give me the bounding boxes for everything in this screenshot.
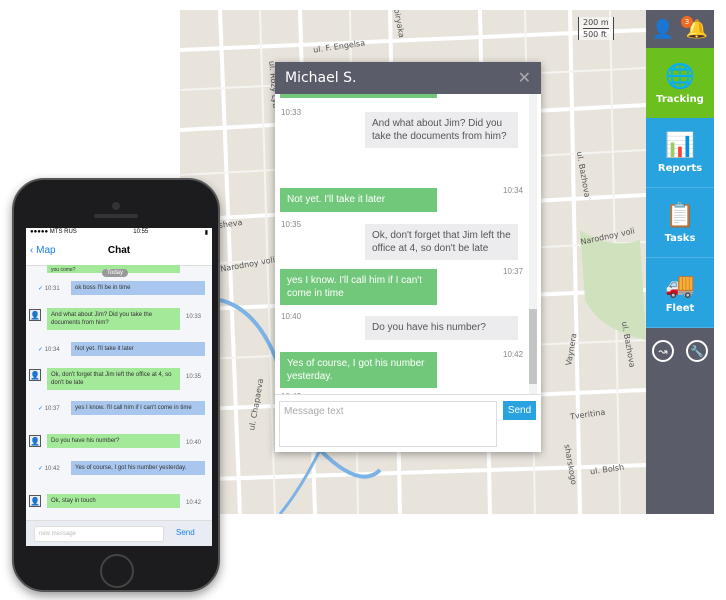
message-time: ✓ 10:34: [38, 347, 60, 353]
chat-contact-name: Michael S.: [285, 70, 357, 86]
message-bubble: yes I know. I'll call him if I can't com…: [71, 401, 205, 415]
message-time: ✓ 10:37: [38, 406, 60, 412]
presentation-chart-icon: 📊: [665, 131, 695, 159]
phone-screen: ●●●●● MTS RUS 10:55 ▮ ‹ Map Chat you come? …: [26, 228, 212, 546]
sidebar-item-reports[interactable]: 📊 Reports: [646, 118, 714, 188]
message-time: ✓ 10:31: [38, 286, 60, 292]
message-bubble: Yes of course, I got his number yesterda…: [71, 461, 205, 475]
sidebar-item-tasks[interactable]: 📋 Tasks: [646, 188, 714, 258]
sidebar-item-fleet[interactable]: 🚚 Fleet: [646, 258, 714, 328]
notification-badge: 3: [681, 16, 693, 28]
home-button[interactable]: [100, 554, 134, 588]
clipboard-checklist-icon: 📋: [665, 201, 695, 229]
message-time: 10:40: [186, 440, 202, 446]
message-bubble: And what about Jim? Did you take the doc…: [47, 308, 180, 330]
scrollbar[interactable]: [529, 94, 537, 394]
message-bubble-partial: [280, 94, 437, 98]
sidebar: 👤 🔔 3 🌐 Tracking 📊 Reports 📋 Tasks 🚚 Fleet ↝…: [646, 10, 714, 514]
scrollbar-thumb[interactable]: [529, 309, 537, 384]
message-bubble: yes I know. I'll call him if I can't com…: [280, 269, 437, 305]
message-time: 10:35: [186, 374, 202, 380]
message-time: 10:33: [281, 108, 302, 117]
map-scale: 200 m 500 ft: [578, 17, 614, 40]
message-bubble: Ok, stay in touch: [47, 494, 180, 508]
phone-mockup: ●●●●● MTS RUS 10:55 ▮ ‹ Map Chat you come? …: [12, 178, 220, 592]
date-separator: Today: [102, 269, 129, 277]
check-icon: ✓: [38, 286, 44, 292]
avatar: 👤: [29, 309, 41, 321]
send-button[interactable]: Send: [176, 528, 195, 537]
message-bubble: Not yet. I'll take it later: [71, 342, 205, 356]
message-bubble: Not yet. I'll take it later: [280, 188, 437, 212]
message-bubble: Do you have his number?: [365, 316, 518, 340]
user-icon[interactable]: 👤: [652, 19, 674, 40]
speaker: [94, 214, 138, 218]
message-time: 10:37: [503, 267, 524, 276]
avatar: 👤: [29, 369, 41, 381]
close-icon[interactable]: ✕: [518, 68, 531, 87]
message-time: 10:34: [503, 186, 524, 195]
message-bubble: Ok, don't forget that Jim left the offic…: [47, 368, 180, 390]
route-icon[interactable]: ↝: [652, 340, 674, 362]
sidebar-item-tracking[interactable]: 🌐 Tracking: [646, 48, 714, 118]
camera: [112, 202, 120, 210]
globe-icon: 🌐: [665, 61, 695, 90]
message-time: 10:40: [281, 312, 302, 321]
message-bubble: Yes of course, I got his number yesterda…: [280, 352, 437, 388]
message-bubble: ok boss I'll be in time: [71, 281, 205, 295]
avatar: 👤: [29, 495, 41, 507]
message-time: 10:35: [281, 220, 302, 229]
page-title: Chat: [107, 245, 131, 256]
message-bubble: Ok, don't forget that Jim left the offic…: [365, 224, 518, 260]
chat-messages: And what about Jim? Did you take the doc…: [275, 94, 541, 394]
message-time: 10:33: [186, 314, 202, 320]
check-icon: ✓: [38, 406, 44, 412]
chat-dialog-header: Michael S. ✕: [275, 62, 541, 94]
send-button[interactable]: Send: [503, 401, 536, 420]
message-input[interactable]: Message text: [279, 401, 497, 447]
chat-dialog: Michael S. ✕ And what about Jim? Did you …: [275, 62, 541, 452]
check-icon: ✓: [38, 466, 44, 472]
battery-icon: ▮: [204, 230, 208, 236]
message-bubble: And what about Jim? Did you take the doc…: [365, 112, 518, 148]
status-bar: ●●●●● MTS RUS 10:55 ▮: [26, 228, 212, 238]
message-time: 10:42: [503, 350, 524, 359]
message-bubble: Do you have his number?: [47, 434, 180, 448]
message-time: ✓ 10:42: [38, 466, 60, 472]
truck-icon: 🚚: [665, 271, 695, 299]
avatar: 👤: [29, 435, 41, 447]
wrench-icon[interactable]: 🔧: [686, 340, 708, 362]
message-time: 10:42: [186, 500, 202, 506]
message-input[interactable]: new message: [34, 526, 164, 542]
check-icon: ✓: [38, 347, 44, 353]
